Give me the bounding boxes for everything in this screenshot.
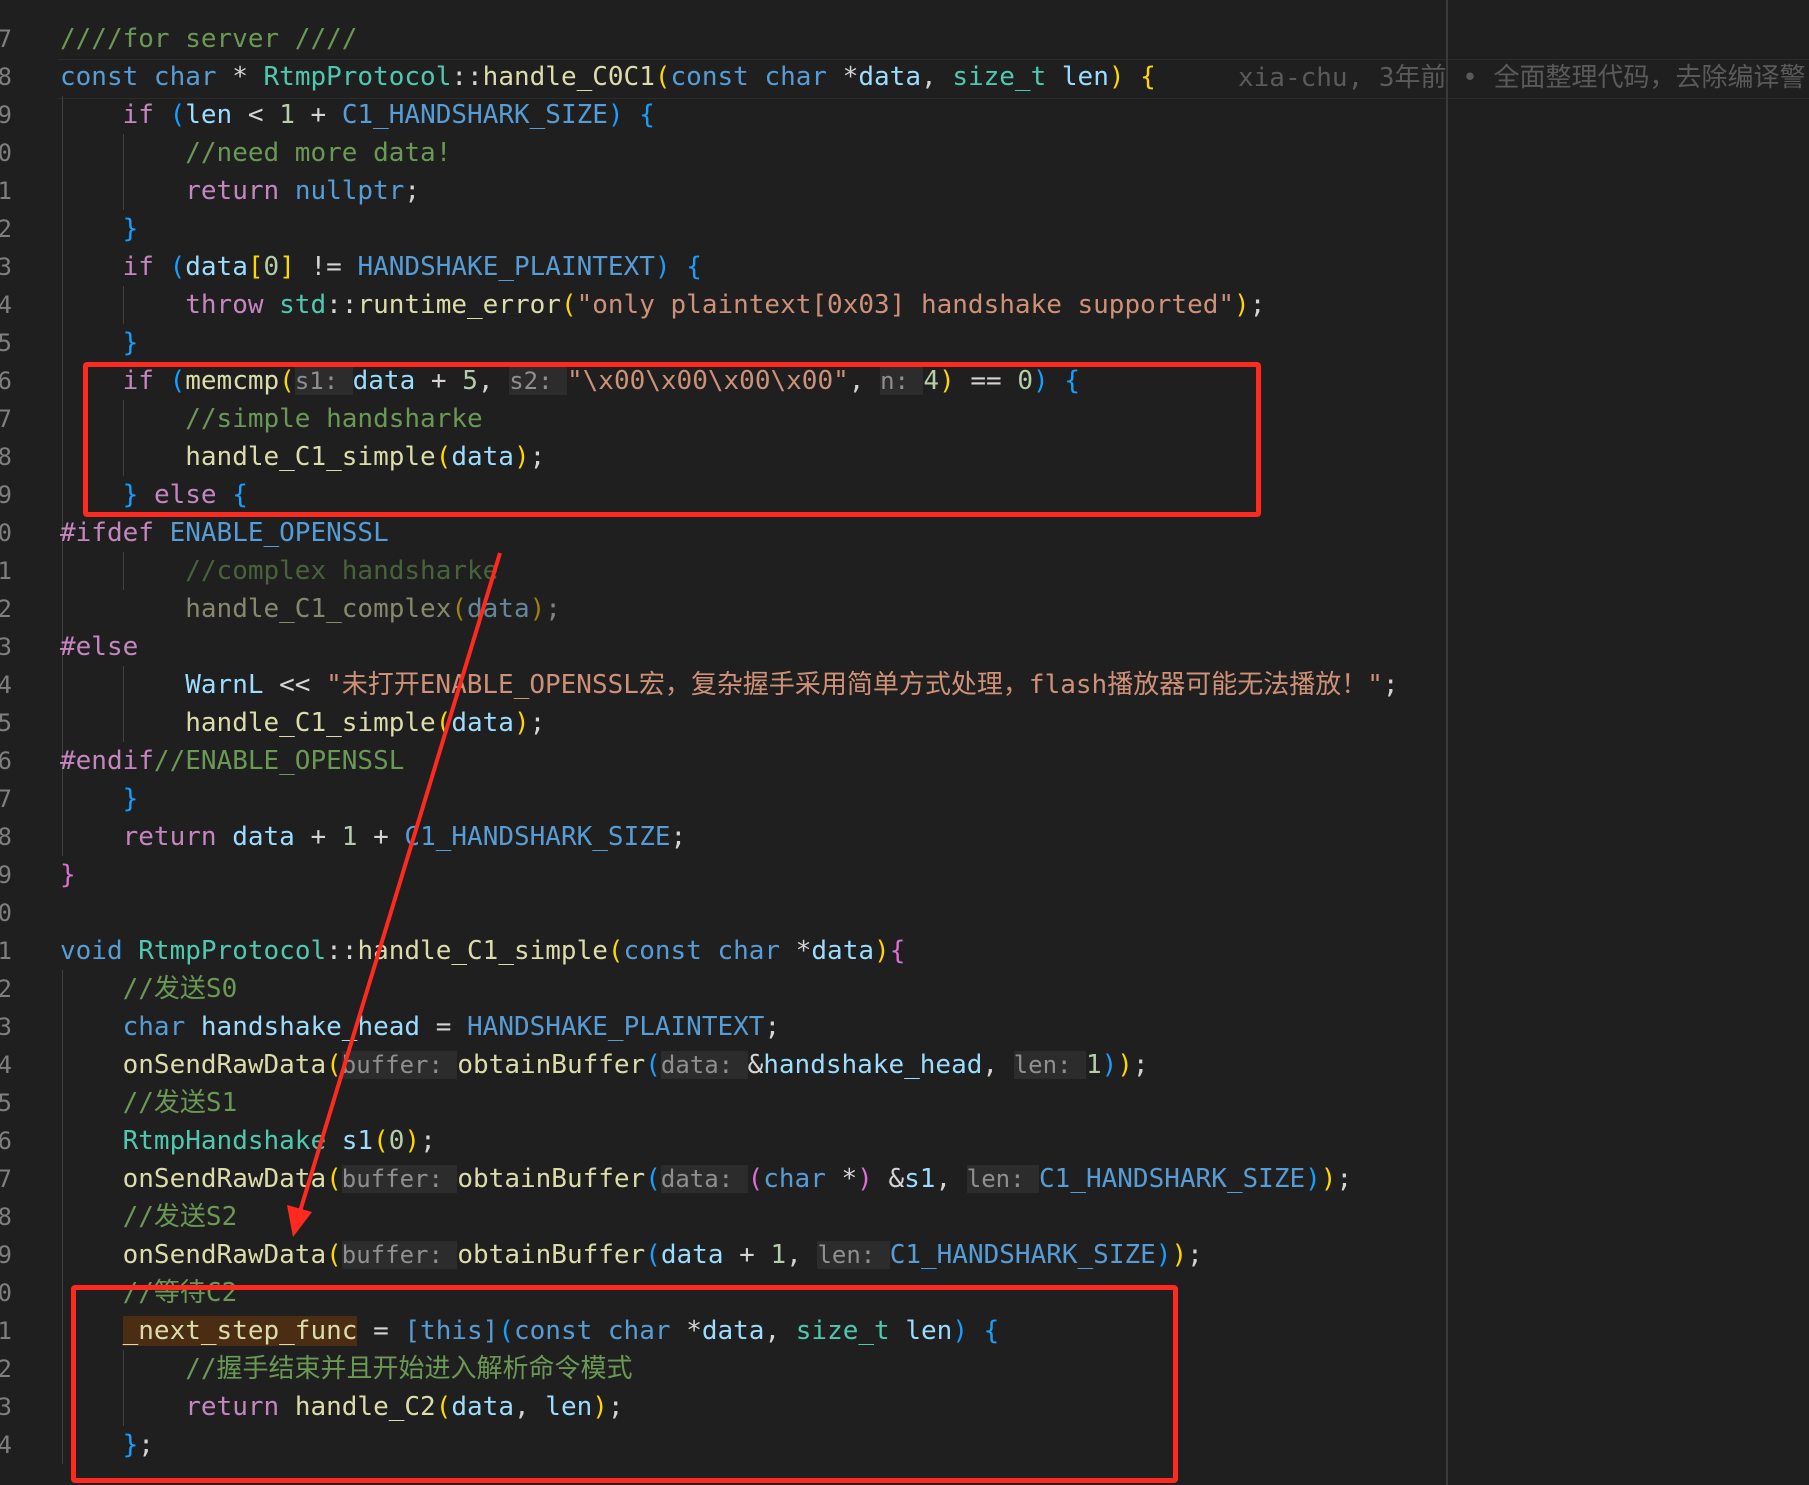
arrow-shaft [296, 552, 502, 1219]
arrow-head [287, 1205, 312, 1237]
code-editor[interactable]: 78901234567890123456789012345678901234 /… [0, 0, 1809, 1485]
annotation-arrow [287, 552, 502, 1237]
